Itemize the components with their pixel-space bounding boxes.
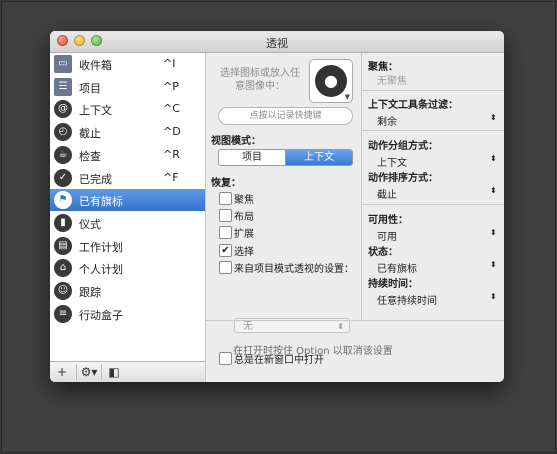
popup-arrows-icon: ⬍ [337, 322, 344, 331]
view-mode-contexts[interactable]: 上下文 [286, 150, 352, 165]
popup-arrows-icon: ⬍ [490, 260, 497, 269]
grouping-label: 动作分组方式： [368, 141, 438, 152]
popup-arrows-icon: ⬍ [490, 154, 497, 163]
sidebar-item-label: 项目 [79, 81, 101, 95]
add-perspective-button[interactable]: + [54, 364, 70, 380]
sidebar-item-label: 截止 [79, 127, 101, 141]
perspective-settings-panel: 选择图标或放入任意图像中： ● ▼ 点按以记录快捷键 视图模式： 项目 上下文 … [206, 53, 361, 382]
sidebar-item[interactable]: ☰ 项目 ^P [50, 76, 205, 98]
review-icon: ☕ [54, 145, 72, 164]
perspective-list: ▭ 收件箱 ^I ☰ 项目 ^P @ 上下文 ^C ◴ 截止 ^D ☕ 检查 ^R ✓ 已完成 ^F ⚑ 已有旗标 ▮ 仪… [50, 53, 206, 361]
sidebar-item-shortcut: ^P [163, 79, 179, 93]
focus-value: 无聚焦 [377, 76, 407, 87]
title-bar: 透视 [50, 31, 504, 53]
new-window-checkbox[interactable] [219, 352, 232, 365]
status-label: 状态： [368, 247, 398, 258]
view-mode-segmented-control: 项目 上下文 [218, 149, 353, 166]
contexts-icon: @ [54, 100, 72, 119]
toolbar-filter-label: 上下文工具条过滤： [368, 100, 458, 111]
sidebar-toolbar: + ⚙▾ ◧ [50, 361, 206, 382]
sidebar-item-label: 跟踪 [79, 286, 101, 299]
duration-label: 持续时间： [368, 279, 418, 290]
divider [362, 90, 504, 91]
option-hint: 在打开时按住 Option 以取消该设置 [233, 346, 393, 357]
sidebar-item-label: 行动盒子 [79, 308, 123, 322]
sorting-popup[interactable]: 截止 [377, 186, 397, 201]
sidebar-item-label: 个人计划 [79, 263, 123, 277]
restore-checkbox[interactable] [219, 209, 232, 222]
restore-checkbox[interactable] [219, 261, 232, 274]
gear-menu-button[interactable]: ⚙▾ [76, 364, 102, 380]
sidebar-item-label: 检查 [79, 149, 101, 163]
popup-arrows-icon: ⬍ [490, 186, 497, 195]
toggle-sidebar-button[interactable]: ◧ [106, 364, 122, 380]
project-settings-value: 无 [243, 321, 253, 332]
view-mode-projects[interactable]: 项目 [219, 150, 286, 165]
sidebar-item[interactable]: ⚑ 已有旗标 [50, 189, 205, 212]
sidebar-item-label: 仪式 [79, 217, 101, 231]
sidebar-item-label: 收件箱 [79, 59, 112, 72]
sidebar-item[interactable]: ✓ 已完成 ^F [50, 167, 205, 189]
filter-settings-panel: 聚焦： 无聚焦 上下文工具条过滤： 剩余 ⬍ 动作分组方式： 上下文 ⬍ 动作排… [362, 53, 504, 321]
lightbulb-icon: ● [315, 65, 347, 97]
restore-label: 恢复： [211, 178, 241, 189]
sidebar-item[interactable]: ☕ 检查 ^R [50, 144, 205, 166]
sidebar-item-label: 工作计划 [79, 240, 123, 254]
sidebar-item[interactable]: ☺ 跟踪 [50, 280, 205, 302]
due-icon: ◴ [54, 123, 72, 142]
stack-icon: ≡ [54, 304, 72, 323]
inbox-icon: ▭ [54, 55, 72, 73]
popup-arrows-icon: ⬍ [490, 113, 497, 122]
sidebar-item[interactable]: ▭ 收件箱 ^I [50, 53, 205, 75]
status-popup[interactable]: 已有旗标 [377, 260, 417, 275]
grouping-popup[interactable]: 上下文 [377, 154, 407, 169]
restore-option-label: 扩展 [234, 229, 254, 240]
restore-checkbox[interactable] [219, 226, 232, 239]
restore-option-label: 聚焦 [234, 195, 254, 206]
sidebar-item[interactable]: ⌂ 个人计划 [50, 257, 205, 279]
sidebar-item[interactable]: ▮ 仪式 [50, 212, 205, 234]
duration-popup[interactable]: 任意持续时间 [377, 292, 437, 307]
people-icon: ☺ [54, 282, 72, 300]
sorting-label: 动作排序方式： [368, 173, 438, 184]
sidebar-item[interactable]: @ 上下文 ^C [50, 98, 205, 120]
sidebar-item-label: 上下文 [79, 104, 112, 118]
window-title: 透视 [266, 37, 288, 50]
divider [362, 204, 504, 205]
image-hint: 选择图标或放入任意图像中： [220, 68, 300, 92]
perspectives-window: 透视 ▭ 收件箱 ^I ☰ 项目 ^P @ 上下文 ^C ◴ 截止 ^D ☕ 检查 ^R ✓ 已完成 ^F ⚑ 已有旗… [50, 31, 504, 382]
chevron-down-icon: ▼ [344, 93, 350, 101]
sidebar-item[interactable]: ▤ 工作计划 [50, 235, 205, 257]
sidebar-item-shortcut: ^R [163, 147, 180, 161]
projects-icon: ☰ [54, 77, 72, 96]
chart-icon: ▮ [54, 213, 72, 232]
availability-popup[interactable]: 可用 [377, 228, 397, 243]
sidebar-item-label: 已完成 [79, 172, 112, 186]
view-mode-label: 视图模式： [211, 136, 261, 147]
popup-arrows-icon: ⬍ [490, 228, 497, 237]
sidebar-item-shortcut: ^D [163, 125, 181, 139]
sidebar-item[interactable]: ◴ 截止 ^D [50, 121, 205, 143]
availability-label: 可用性： [368, 215, 408, 226]
divider [362, 130, 504, 131]
restore-option-label: 选择 [234, 247, 254, 258]
toolbar-filter-popup[interactable]: 剩余 [377, 113, 397, 128]
sidebar-item[interactable]: ≡ 行动盒子 [50, 303, 205, 325]
focus-label: 聚焦： [368, 62, 398, 73]
restore-checkbox[interactable] [219, 192, 232, 205]
flagged-icon: ⚑ [54, 191, 72, 210]
sidebar-item-shortcut: ^I [163, 57, 176, 70]
sidebar-item-shortcut: ^C [163, 102, 180, 116]
home-icon: ⌂ [54, 259, 72, 278]
image-well[interactable]: ● ▼ [309, 59, 353, 103]
restore-option-label: 布局 [234, 212, 254, 223]
sidebar-item-label: 已有旗标 [79, 195, 123, 209]
restore-checkbox[interactable]: ✔ [219, 244, 232, 257]
briefcase-icon: ▤ [54, 236, 72, 255]
sidebar-item-shortcut: ^F [163, 170, 179, 184]
shortcut-recorder[interactable]: 点按以记录快捷键 [218, 107, 353, 125]
restore-option-label: 来自项目模式透视的设置： [234, 264, 354, 275]
popup-arrows-icon: ⬍ [490, 292, 497, 301]
completed-icon: ✓ [54, 168, 72, 187]
